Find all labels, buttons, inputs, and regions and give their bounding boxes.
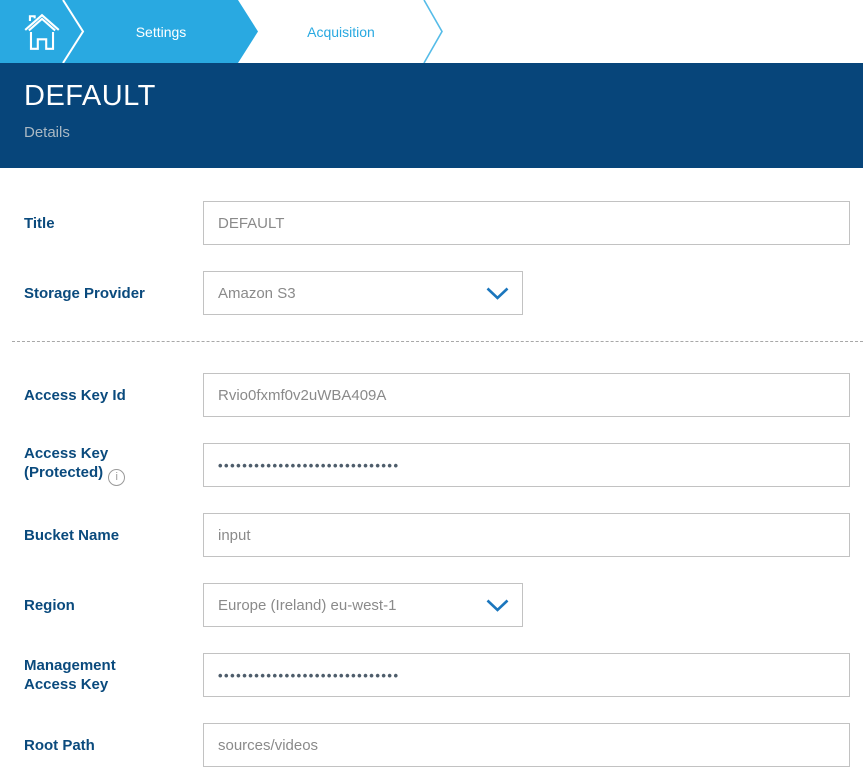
region-select[interactable]: Europe (Ireland) eu-west-1 xyxy=(203,583,523,627)
chevron-down-icon xyxy=(486,287,509,300)
page-header: DEFAULT Details xyxy=(0,63,863,168)
management-access-key-input[interactable] xyxy=(203,653,850,697)
field-control: Amazon S3 xyxy=(203,271,850,315)
root-path-input[interactable] xyxy=(203,723,850,767)
field-row-region: Region Europe (Ireland) eu-west-1 xyxy=(24,583,850,627)
bucket-name-label: Bucket Name xyxy=(24,526,160,545)
settings-form: Title Storage Provider Amazon S3 Access … xyxy=(0,168,863,767)
breadcrumb-label: Acquisition xyxy=(307,24,375,40)
breadcrumb-home-button[interactable] xyxy=(0,0,83,63)
storage-provider-label: Storage Provider xyxy=(24,284,160,303)
home-icon xyxy=(23,11,61,53)
access-key-id-label: Access Key Id xyxy=(24,386,160,405)
breadcrumb-label: Settings xyxy=(136,24,187,40)
access-key-protected-input[interactable] xyxy=(203,443,850,487)
field-row-storage-provider: Storage Provider Amazon S3 xyxy=(24,271,850,315)
title-label: Title xyxy=(24,214,160,233)
field-control xyxy=(203,653,850,697)
field-control xyxy=(203,373,850,417)
select-value: Europe (Ireland) eu-west-1 xyxy=(218,597,396,614)
access-key-id-input[interactable] xyxy=(203,373,850,417)
field-row-management-access-key: Management Access Key xyxy=(24,653,850,697)
root-path-label: Root Path xyxy=(24,736,160,755)
access-key-protected-label-text: Access Key (Protected) xyxy=(24,445,108,481)
field-control xyxy=(203,513,850,557)
page-title: DEFAULT xyxy=(24,80,863,113)
field-control xyxy=(203,201,850,245)
info-icon[interactable]: i xyxy=(108,469,125,486)
storage-provider-select[interactable]: Amazon S3 xyxy=(203,271,523,315)
select-value: Amazon S3 xyxy=(218,285,296,302)
chevron-down-icon xyxy=(486,599,509,612)
page-subtitle: Details xyxy=(24,124,863,141)
field-control xyxy=(203,723,850,767)
field-row-title: Title xyxy=(24,201,850,245)
field-row-access-key-protected: Access Key (Protected)i xyxy=(24,443,850,487)
title-input[interactable] xyxy=(203,201,850,245)
field-row-access-key-id: Access Key Id xyxy=(24,373,850,417)
chevron-separator-outline-icon xyxy=(424,0,442,63)
field-row-root-path: Root Path xyxy=(24,723,850,767)
region-label: Region xyxy=(24,596,160,615)
bucket-name-input[interactable] xyxy=(203,513,850,557)
breadcrumb: Settings Acquisition xyxy=(0,0,863,63)
management-access-key-label: Management Access Key xyxy=(24,656,160,694)
field-control xyxy=(203,443,850,487)
breadcrumb-item-acquisition[interactable]: Acquisition xyxy=(258,0,424,63)
field-row-bucket-name: Bucket Name xyxy=(24,513,850,557)
breadcrumb-item-settings[interactable]: Settings xyxy=(83,0,239,63)
section-divider xyxy=(12,341,863,342)
access-key-protected-label: Access Key (Protected)i xyxy=(24,444,160,486)
field-control: Europe (Ireland) eu-west-1 xyxy=(203,583,850,627)
